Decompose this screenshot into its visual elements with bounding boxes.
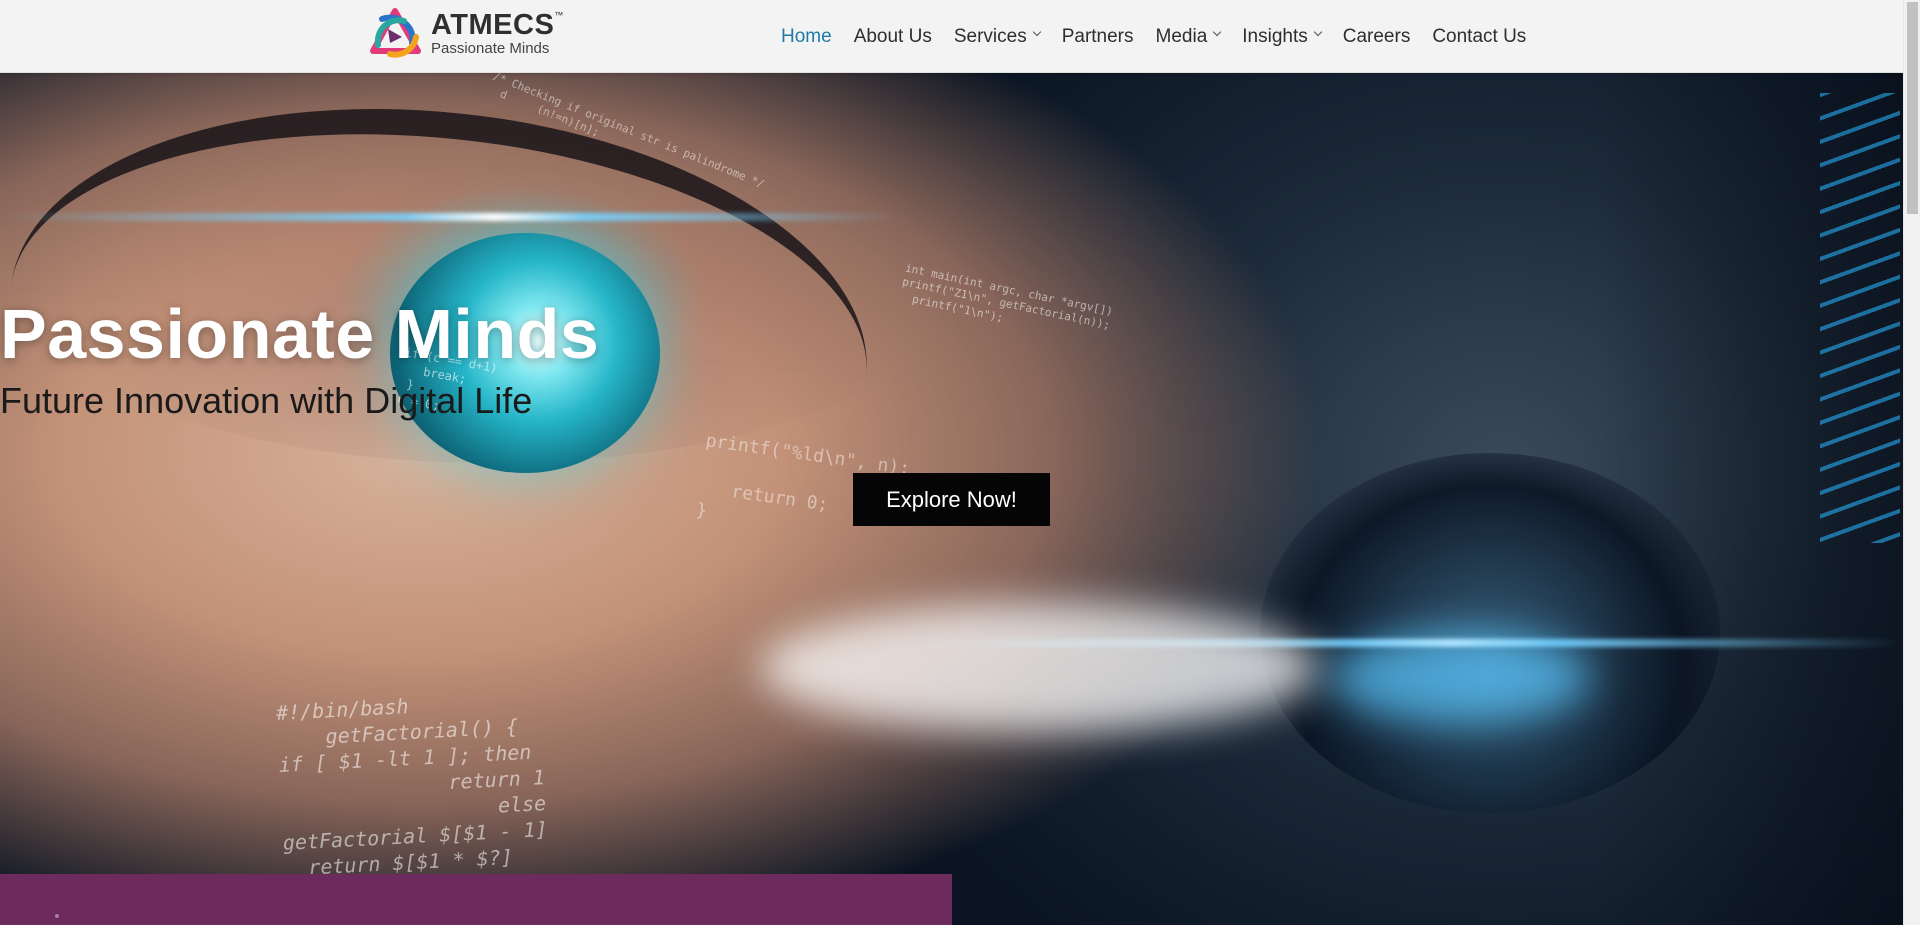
hero-bg-light-streak [0, 213, 900, 221]
brand-name: ATMECS™ [431, 8, 564, 41]
nav-media[interactable]: Media [1156, 26, 1222, 48]
nav-partners[interactable]: Partners [1062, 26, 1134, 48]
nav-insights[interactable]: Insights [1242, 26, 1322, 48]
decorative-dot [55, 914, 59, 918]
nav-services[interactable]: Services [954, 26, 1041, 48]
chevron-down-icon [1313, 27, 1322, 37]
nav-contact-us[interactable]: Contact Us [1432, 26, 1526, 48]
hero-bg-glow [760, 603, 1320, 733]
site-header: ATMECS™ Passionate Minds Home About Us S… [0, 0, 1903, 73]
chevron-down-icon [1032, 27, 1041, 37]
hero-bg-code: #!/bin/bash getFactorial() { if [ $1 -lt… [275, 694, 549, 881]
hero-subtitle: Future Innovation with Digital Life [0, 380, 533, 421]
page-scrollbar[interactable] [1903, 0, 1920, 925]
brand-tagline: Passionate Minds [431, 39, 550, 57]
hero-bg-glow [1330, 633, 1590, 723]
hero-title: Passionate Minds [0, 295, 600, 373]
nav-about-us[interactable]: About Us [854, 26, 932, 48]
brand-logo[interactable]: ATMECS™ Passionate Minds [368, 7, 564, 59]
chevron-down-icon [1213, 27, 1222, 37]
main-nav: Home About Us Services Partners Media In… [770, 0, 1537, 73]
scrollbar-thumb[interactable] [1907, 2, 1918, 214]
purple-section-strip [0, 874, 952, 925]
nav-home[interactable]: Home [781, 26, 832, 48]
atmecs-logo-icon [370, 8, 421, 58]
explore-now-button[interactable]: Explore Now! [853, 473, 1050, 526]
nav-careers[interactable]: Careers [1343, 26, 1411, 48]
